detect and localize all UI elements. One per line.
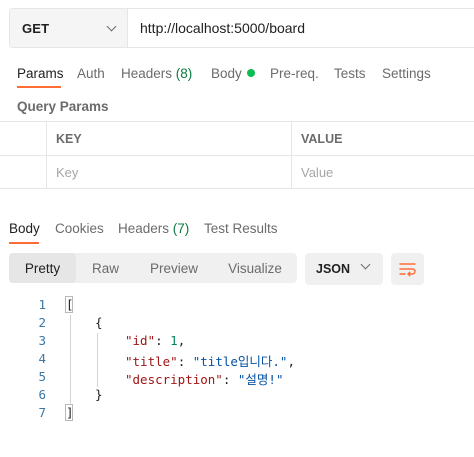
tab-auth[interactable]: Auth: [77, 66, 105, 81]
json-number: 1: [170, 333, 178, 348]
value-input[interactable]: Value: [292, 156, 474, 188]
wrap-lines-button[interactable]: [391, 253, 424, 285]
line-number: 6: [38, 387, 46, 402]
line-number: 4: [38, 351, 46, 366]
tab-response-body[interactable]: Body: [9, 221, 40, 236]
json-string: "설명!": [237, 372, 284, 387]
tab-test-results[interactable]: Test Results: [204, 221, 278, 236]
json-line-description: "description": "설명!": [125, 369, 283, 388]
chevron-down-icon: [360, 259, 371, 270]
json-line-id: "id": 1,: [125, 333, 185, 348]
chevron-down-icon: [106, 21, 117, 31]
row-checkbox-cell: [0, 156, 47, 188]
view-mode-control: Pretty Raw Preview Visualize: [9, 253, 297, 283]
table-header-row: KEY VALUE: [0, 121, 474, 155]
format-select[interactable]: JSON: [305, 253, 383, 285]
tab-headers-label: Headers: [121, 66, 173, 81]
key-input[interactable]: Key: [47, 156, 292, 188]
json-open-brace: {: [95, 315, 103, 330]
tab-headers[interactable]: Headers (8): [121, 66, 192, 81]
response-code-view: 1 2 3 4 5 6 7 [ { "id": 1, "title": "tit…: [0, 295, 474, 425]
tab-response-headers-label: Headers: [118, 221, 170, 236]
json-key: "title": [125, 354, 178, 369]
table-row: Key Value: [0, 155, 474, 189]
json-close-brace: }: [95, 387, 103, 402]
json-colon: :: [222, 372, 238, 387]
json-comma: ,: [287, 354, 295, 369]
json-close-bracket: ]: [66, 405, 74, 420]
tab-body-label: Body: [211, 66, 242, 81]
json-line-title: "title": "title입니다.",: [125, 351, 295, 370]
response-tabs: Body Cookies Headers (7) Test Results: [0, 218, 474, 244]
tab-settings[interactable]: Settings: [382, 66, 431, 81]
url-input[interactable]: [128, 9, 474, 47]
line-number: 1: [38, 297, 46, 312]
query-params-table: KEY VALUE Key Value: [0, 121, 474, 189]
format-label: JSON: [316, 262, 351, 276]
line-number: 3: [38, 333, 46, 348]
line-number: 7: [38, 405, 46, 420]
json-colon: :: [177, 354, 193, 369]
json-open-bracket: [: [66, 297, 74, 312]
line-number: 2: [38, 315, 46, 330]
headers-count: (8): [175, 66, 193, 81]
request-url-bar: GET: [9, 8, 474, 48]
tab-body[interactable]: Body: [211, 66, 255, 81]
response-headers-count: (7): [172, 221, 190, 236]
line-number: 5: [38, 369, 46, 384]
json-key: "id": [125, 333, 156, 348]
indent-guide: [97, 333, 98, 387]
value-column-header: VALUE: [301, 131, 343, 146]
body-indicator-dot-icon: [246, 69, 255, 77]
active-response-tab-underline: [9, 242, 39, 244]
tab-cookies[interactable]: Cookies: [55, 221, 104, 236]
key-column-header: KEY: [47, 122, 292, 155]
tab-pre-request[interactable]: Pre-req.: [270, 66, 319, 81]
active-tab-underline: [17, 86, 61, 88]
request-tabs: Params Auth Headers (8) Body Pre-req. Te…: [0, 62, 474, 88]
wrap-lines-icon: [399, 263, 416, 277]
json-key: "description": [125, 372, 223, 387]
view-visualize-button[interactable]: Visualize: [213, 253, 297, 283]
method-label: GET: [22, 20, 50, 36]
tab-params[interactable]: Params: [17, 66, 64, 81]
tab-response-headers[interactable]: Headers (7): [118, 221, 189, 236]
method-select[interactable]: GET: [10, 9, 128, 47]
indent-guide: [70, 315, 71, 405]
checkbox-column-header: [0, 122, 47, 155]
view-pretty-button[interactable]: Pretty: [9, 253, 76, 283]
query-params-title: Query Params: [17, 99, 109, 114]
tab-tests[interactable]: Tests: [334, 66, 366, 81]
json-comma: ,: [177, 333, 186, 348]
view-raw-button[interactable]: Raw: [76, 253, 135, 283]
view-preview-button[interactable]: Preview: [135, 253, 213, 283]
json-colon: :: [155, 333, 171, 348]
json-string: "title입니다.": [192, 354, 288, 369]
